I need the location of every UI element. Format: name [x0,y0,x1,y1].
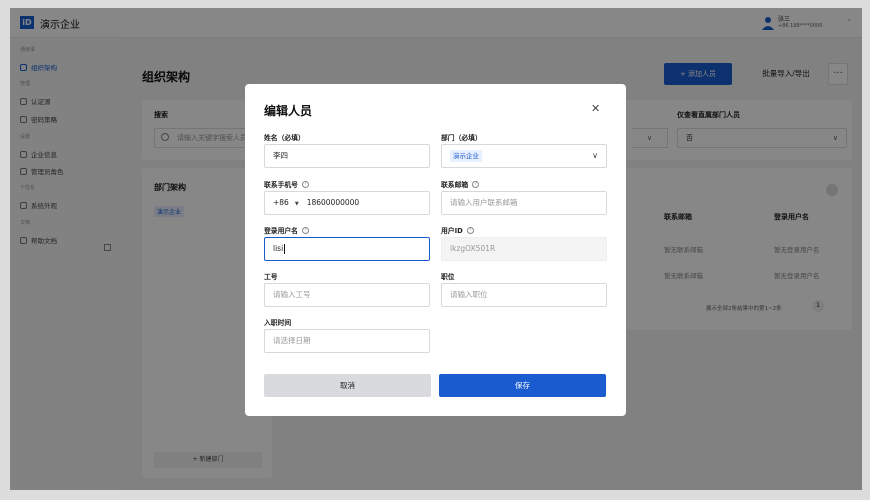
position-field[interactable]: 请输入职位 [441,283,607,307]
cancel-button[interactable]: 取消 [264,374,431,397]
dept-label-text: 部门（必填） [441,134,482,142]
modal-title: 编辑人员 [264,104,313,118]
email-label-text: 联系邮箱 [441,181,469,189]
edit-user-modal: 编辑人员 ✕ 姓名（必填） 李四 部门（必填） 演示企业 ∨ 联系手机号 ? +… [245,84,626,416]
caret-down-icon: ▼ [294,201,299,207]
save-button[interactable]: 保存 [439,374,606,397]
phone-label: 联系手机号 ? [264,179,309,189]
username-field[interactable]: lisi [264,237,430,261]
position-label: 职位 [441,271,455,281]
username-label-text: 登录用户名 [264,227,298,235]
dept-label: 部门（必填） [441,132,482,142]
country-code[interactable]: +86 [273,198,289,207]
text-cursor [284,244,286,254]
position-label-text: 职位 [441,273,455,281]
email-field[interactable]: 请输入用户联系邮箱 [441,191,607,215]
hire-date-field[interactable]: 请选择日期 [264,329,430,353]
dept-select[interactable]: 演示企业 ∨ [441,144,607,168]
empno-field[interactable]: 请输入工号 [264,283,430,307]
close-icon[interactable]: ✕ [591,102,600,115]
help-icon[interactable]: ? [472,180,480,188]
username-label: 登录用户名 ? [264,225,309,235]
name-label: 姓名（必填） [264,132,305,142]
help-icon[interactable]: ? [466,226,474,234]
dept-tag: 演示企业 [450,150,482,162]
empno-label-text: 工号 [264,273,278,281]
help-icon[interactable]: ? [301,226,309,234]
email-label: 联系邮箱 ? [441,179,480,189]
hire-date-label: 入职时间 [264,317,291,327]
name-label-text: 姓名（必填） [264,134,305,142]
phone-label-text: 联系手机号 [264,181,298,189]
userid-label-text: 用户ID [441,227,463,235]
phone-value: 18600000000 [306,198,360,207]
username-value: lisi [273,244,284,253]
hire-date-label-text: 入职时间 [264,319,292,327]
chevron-down-icon: ∨ [592,151,598,160]
userid-label: 用户ID ? [441,225,474,235]
help-icon[interactable]: ? [301,180,309,188]
empno-label: 工号 [264,271,278,281]
name-field[interactable]: 李四 [264,144,430,168]
userid-field: lkzgOX501R [441,237,607,261]
phone-field[interactable]: +86 ▼ 18600000000 [264,191,430,215]
